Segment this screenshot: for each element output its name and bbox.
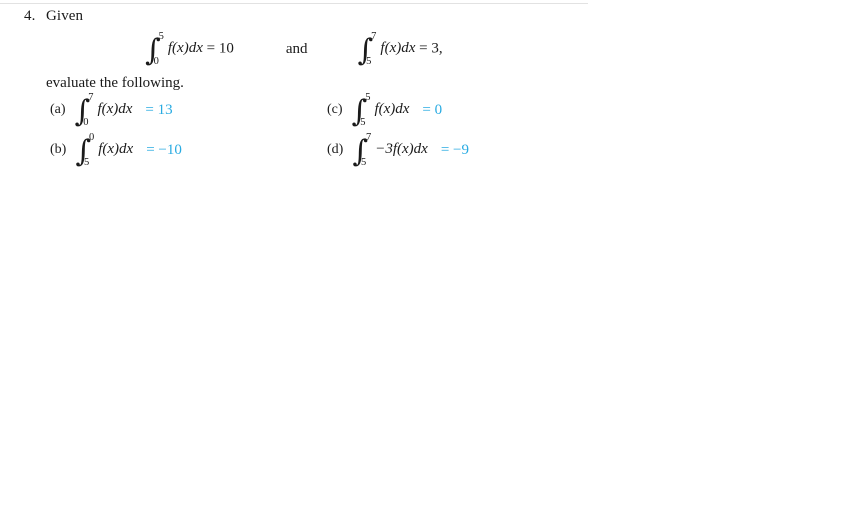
integral-limits: 7 5: [360, 132, 372, 168]
part-expression: ∫ 5 5 f(x)dx: [352, 92, 410, 128]
part-expression: ∫ 0 5 f(x)dx: [75, 132, 134, 168]
part-answer: = 13: [145, 101, 173, 118]
part-expression: ∫ 7 0 f(x)dx: [75, 92, 133, 128]
integral-lower-limit: 0: [83, 117, 89, 128]
equals-sign: =: [206, 40, 216, 57]
integral-limits: 0 5: [83, 132, 95, 168]
integral-upper-limit: 0: [88, 132, 95, 143]
integral-limits: 5 0: [153, 31, 164, 67]
given-equation-1: ∫ 5 0 f(x)dx = 10: [145, 31, 234, 67]
part-c: (c) ∫ 5 5 f(x)dx = 0: [315, 92, 627, 128]
problem-block: 4. Given ∫ 5 0 f(x)dx = 10 and ∫ 7 5 f(x…: [0, 8, 864, 92]
integrand-expression: f(x)dx: [97, 101, 133, 118]
integral-symbol: ∫ 0 5: [75, 132, 95, 168]
integral-symbol: ∫ 5 5: [352, 92, 371, 128]
part-answer: = −9: [440, 141, 469, 158]
integral-lower-limit: 5: [366, 56, 372, 67]
parts-row-2: (b) ∫ 0 5 f(x)dx = −10 (d) ∫ 7 5 −3f(x)d…: [0, 130, 864, 170]
integral-upper-limit: 7: [88, 92, 94, 103]
part-label: (d): [327, 142, 344, 157]
given-equation-2: ∫ 7 5 f(x)dx = 3,: [358, 31, 443, 67]
integral-lower-limit: 0: [153, 56, 159, 67]
integral-upper-limit: 7: [371, 31, 377, 42]
problem-stem-text: Given: [46, 8, 84, 24]
integral-lower-limit: 5: [360, 117, 366, 128]
integral-upper-limit: 5: [158, 31, 164, 42]
given-value: 3: [431, 40, 439, 57]
top-divider-rule: [0, 3, 588, 4]
part-a: (a) ∫ 7 0 f(x)dx = 13: [0, 92, 315, 128]
integral-lower-limit: 5: [360, 157, 367, 168]
part-d: (d) ∫ 7 5 −3f(x)dx = −9: [315, 132, 627, 168]
answer-parts-grid: (a) ∫ 7 0 f(x)dx = 13 (c) ∫ 5 5 f(x)dx =…: [0, 90, 864, 170]
part-label: (b): [50, 142, 67, 157]
given-value: 10: [218, 40, 234, 57]
conjunction-and: and: [285, 40, 308, 57]
integrand-expression: f(x)dx: [374, 101, 410, 118]
problem-number: 4.: [24, 8, 36, 24]
part-expression: ∫ 7 5 −3f(x)dx: [352, 132, 428, 168]
given-equations: ∫ 5 0 f(x)dx = 10 and ∫ 7 5 f(x)dx = 3,: [0, 31, 864, 67]
integrand-expression: f(x)dx: [380, 40, 416, 57]
integral-upper-limit: 7: [365, 132, 372, 143]
integral-upper-limit: 5: [365, 92, 371, 103]
integral-symbol: ∫ 5 0: [145, 31, 164, 67]
trailing-comma: ,: [438, 40, 443, 57]
problem-stem: 4. Given: [0, 8, 864, 25]
integral-limits: 7 5: [366, 31, 377, 67]
integral-limits: 7 0: [83, 92, 94, 128]
integrand-expression: f(x)dx: [98, 141, 134, 158]
part-label: (a): [50, 102, 66, 117]
integrand-expression: −3f(x)dx: [375, 141, 428, 158]
parts-row-1: (a) ∫ 7 0 f(x)dx = 13 (c) ∫ 5 5 f(x)dx =…: [0, 90, 864, 130]
integral-limits: 5 5: [360, 92, 371, 128]
part-answer: = −10: [146, 141, 182, 158]
part-answer: = 0: [422, 101, 443, 118]
integrand-expression: f(x)dx: [167, 40, 203, 57]
integral-symbol: ∫ 7 0: [75, 92, 94, 128]
integral-symbol: ∫ 7 5: [358, 31, 377, 67]
part-b: (b) ∫ 0 5 f(x)dx = −10: [0, 132, 315, 168]
integral-lower-limit: 5: [83, 157, 90, 168]
part-label: (c): [327, 102, 343, 117]
equals-sign: =: [419, 40, 428, 57]
integral-symbol: ∫ 7 5: [352, 132, 372, 168]
